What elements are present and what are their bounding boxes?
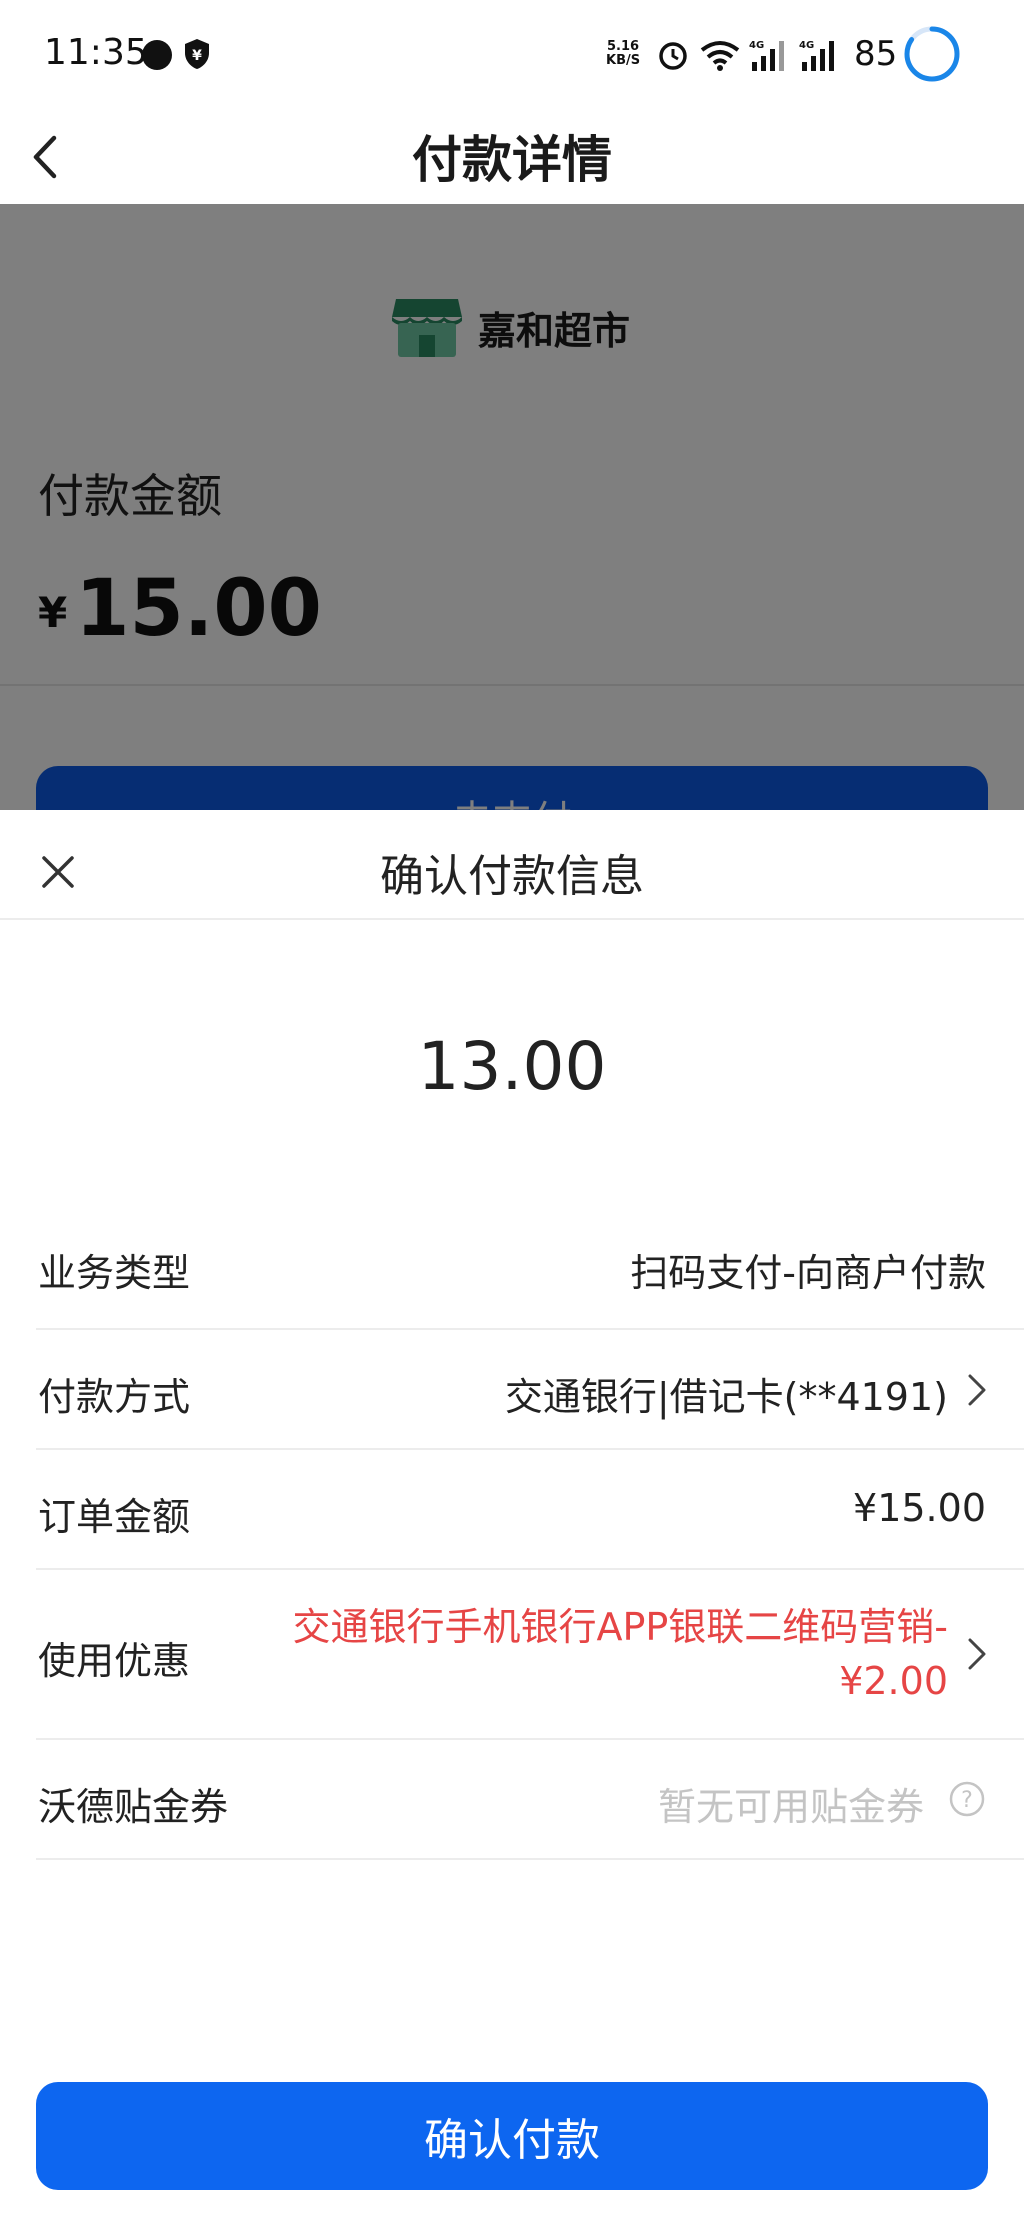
row-label: 业务类型 xyxy=(38,1251,191,1295)
net-speed-value: 5.16 xyxy=(607,39,640,54)
row-payment-method[interactable]: 付款方式 交通银行|借记卡(**4191) xyxy=(36,1330,1024,1450)
battery-ring-icon xyxy=(904,26,960,82)
alarm-icon xyxy=(659,42,687,70)
row-discount[interactable]: 使用优惠 交通银行手机银行APP银联二维码营销- ¥2.00 xyxy=(36,1570,1024,1740)
coupon-value: 暂无可用贴金券 xyxy=(657,1785,924,1829)
svg-text:¥: ¥ xyxy=(192,48,202,64)
confirm-payment-sheet: 确认付款信息 13.00 业务类型 扫码支付-向商户付款 付款方式 交通银行|借… xyxy=(0,810,1024,2219)
status-time: 11:35 xyxy=(44,32,148,73)
status-bar: 11:35 ¥ 5.16 KB/S 4G 4G 85 xyxy=(0,0,1024,110)
row-label: 沃德贴金券 xyxy=(38,1785,229,1829)
pay-amount: 13.00 xyxy=(417,1028,607,1105)
chat-bubble-icon xyxy=(142,40,172,70)
divider xyxy=(0,918,1024,920)
svg-text:?: ? xyxy=(961,1788,973,1813)
net-speed: 5.16 KB/S xyxy=(606,40,640,68)
chevron-right-icon xyxy=(968,1374,986,1406)
row-value: 扫码支付-向商户付款 xyxy=(630,1251,986,1295)
page-title: 付款详情 xyxy=(412,131,612,189)
svg-text:4G: 4G xyxy=(799,40,814,51)
payment-info-list: 业务类型 扫码支付-向商户付款 付款方式 交通银行|借记卡(**4191) 订单… xyxy=(36,1208,1024,1860)
discount-name: 交通银行手机银行APP银联二维码营销- xyxy=(292,1605,948,1649)
modal-overlay[interactable] xyxy=(0,204,1024,810)
help-icon[interactable]: ? xyxy=(948,1780,986,1818)
svg-text:4G: 4G xyxy=(749,40,764,51)
wifi-icon xyxy=(700,41,740,71)
row-order-amount: 订单金额 ¥15.00 xyxy=(36,1450,1024,1570)
discount-amount: ¥2.00 xyxy=(839,1659,948,1703)
signal-icon: 4G xyxy=(799,40,834,71)
row-business-type: 业务类型 扫码支付-向商户付款 xyxy=(36,1208,1024,1330)
order-amount-value: ¥15.00 xyxy=(853,1486,986,1530)
app-header: 付款详情 xyxy=(0,110,1024,204)
net-speed-unit: KB/S xyxy=(606,53,641,68)
row-label: 订单金额 xyxy=(38,1495,191,1539)
chevron-right-icon xyxy=(968,1638,986,1670)
battery-level: 85 xyxy=(854,34,898,74)
shield-yen-icon: ¥ xyxy=(185,39,209,69)
payment-method-value: 交通银行|借记卡(**4191) xyxy=(504,1375,948,1419)
signal-icon: 4G xyxy=(749,40,784,71)
confirm-payment-button[interactable]: 确认付款 xyxy=(36,2082,988,2190)
row-label: 付款方式 xyxy=(38,1375,191,1419)
sheet-title: 确认付款信息 xyxy=(380,851,644,902)
row-label: 使用优惠 xyxy=(38,1639,191,1683)
row-gold-coupon: 沃德贴金券 暂无可用贴金券 ? xyxy=(36,1740,1024,1860)
discount-value: 交通银行手机银行APP银联二维码营销- ¥2.00 xyxy=(292,1600,948,1708)
